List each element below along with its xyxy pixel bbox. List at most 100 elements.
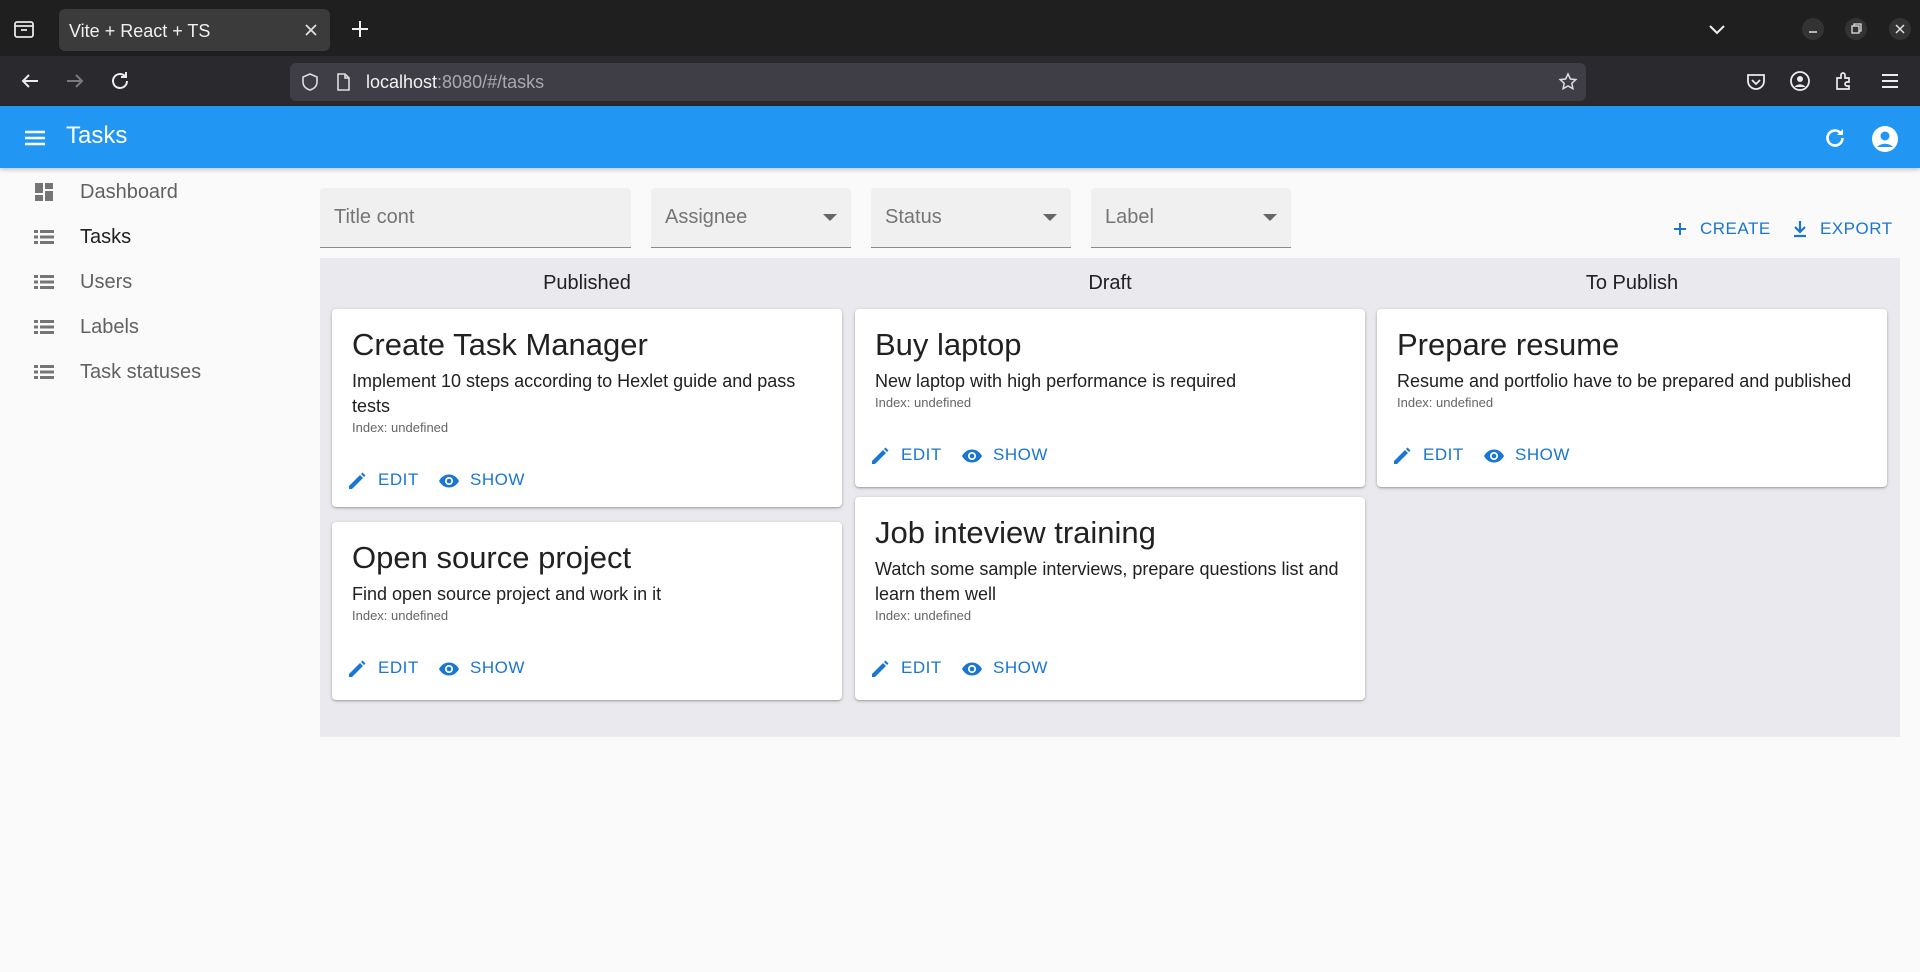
pencil-icon xyxy=(346,658,368,680)
restore-icon[interactable] xyxy=(1845,18,1867,40)
column-title-to-publish: To Publish xyxy=(1585,272,1679,294)
task-card-title: Buy laptop xyxy=(875,327,1022,362)
dropdown-arrow-icon xyxy=(823,214,837,221)
edit-button-label: EDIT xyxy=(901,445,942,464)
eye-icon xyxy=(961,658,983,680)
browser-tab-bar: Vite + React + TS xyxy=(0,0,1920,56)
show-button[interactable]: SHOW xyxy=(438,465,528,493)
sidebar: Dashboard Tasks Users Labels Task status… xyxy=(10,170,310,972)
edit-button-label: EDIT xyxy=(901,658,942,677)
task-card[interactable]: Prepare resume Resume and portfolio have… xyxy=(1377,309,1887,487)
app-bar: Tasks xyxy=(0,106,1920,168)
dropdown-arrow-icon xyxy=(1043,214,1057,221)
shield-icon[interactable] xyxy=(300,72,320,92)
export-button[interactable]: EXPORT xyxy=(1790,215,1902,243)
task-card[interactable]: Create Task Manager Implement 10 steps a… xyxy=(332,309,842,507)
chevron-down-icon[interactable] xyxy=(1706,18,1728,40)
task-card-description: Resume and portfolio have to be prepared… xyxy=(1397,371,1852,391)
sidebar-item-task-statuses[interactable]: Task statuses xyxy=(10,350,300,394)
sidebar-item-label: Tasks xyxy=(80,226,132,248)
edit-button[interactable]: EDIT xyxy=(869,653,949,681)
list-icon xyxy=(32,360,56,384)
sidebar-item-tasks[interactable]: Tasks xyxy=(10,215,300,259)
sidebar-item-dashboard[interactable]: Dashboard xyxy=(10,170,300,214)
window-close-icon[interactable] xyxy=(1889,18,1911,40)
close-icon[interactable] xyxy=(302,21,320,39)
task-card-index: Index: undefined xyxy=(352,608,449,623)
edit-button[interactable]: EDIT xyxy=(346,465,426,493)
list-icon xyxy=(32,315,56,339)
filter-placeholder: Title cont xyxy=(334,206,415,228)
task-card-description: Watch some sample interviews, prepare qu… xyxy=(875,559,1339,604)
account-icon[interactable] xyxy=(1788,69,1812,93)
edit-button[interactable]: EDIT xyxy=(346,653,426,681)
task-card-description: New laptop with high performance is requ… xyxy=(875,371,1237,391)
reload-icon[interactable] xyxy=(108,69,132,93)
show-button[interactable]: SHOW xyxy=(1483,440,1573,468)
task-card-title: Open source project xyxy=(352,540,632,575)
title-filter-input[interactable]: Title cont xyxy=(320,188,631,248)
sidebar-item-labels[interactable]: Labels xyxy=(10,305,300,349)
sidebar-item-label: Labels xyxy=(80,316,139,338)
url-bar[interactable]: localhost:8080/#/tasks xyxy=(290,63,1586,101)
eye-icon xyxy=(961,445,983,467)
url-host: localhost xyxy=(366,72,438,92)
forward-arrow-icon[interactable] xyxy=(63,69,87,93)
eye-icon xyxy=(438,470,460,492)
sidebar-item-label: Users xyxy=(80,271,133,293)
task-card-index: Index: undefined xyxy=(875,395,972,410)
task-card[interactable]: Buy laptop New laptop with high performa… xyxy=(855,309,1365,487)
task-card[interactable]: Job inteview training Watch some sample … xyxy=(855,497,1365,700)
filter-placeholder: Assignee xyxy=(665,206,748,228)
show-button-label: SHOW xyxy=(470,470,525,489)
assignee-filter-select[interactable]: Assignee xyxy=(651,188,851,248)
pencil-icon xyxy=(346,470,368,492)
column-title-published: Published xyxy=(543,272,631,294)
task-card-index: Index: undefined xyxy=(1397,395,1494,410)
filter-placeholder: Label xyxy=(1105,206,1154,228)
task-card-index: Index: undefined xyxy=(875,608,972,623)
edit-button[interactable]: EDIT xyxy=(1391,440,1471,468)
download-icon xyxy=(1790,219,1810,239)
show-button[interactable]: SHOW xyxy=(438,653,528,681)
page-title: Tasks xyxy=(66,122,128,149)
back-arrow-icon[interactable] xyxy=(18,69,42,93)
page-icon[interactable] xyxy=(333,72,353,92)
pencil-icon xyxy=(1391,445,1413,467)
list-icon xyxy=(32,270,56,294)
edit-button[interactable]: EDIT xyxy=(869,440,949,468)
browser-tab-title: Vite + React + TS xyxy=(69,21,211,41)
sidebar-item-label: Dashboard xyxy=(80,181,178,203)
dropdown-arrow-icon xyxy=(1263,214,1277,221)
refresh-icon[interactable] xyxy=(1822,125,1848,151)
url-text[interactable]: localhost:8080/#/tasks xyxy=(366,72,544,93)
browser-tab[interactable]: Vite + React + TS xyxy=(59,9,330,51)
hamburger-menu-icon[interactable] xyxy=(1878,69,1902,93)
task-card-title: Job inteview training xyxy=(875,515,1156,550)
tab-list-icon[interactable] xyxy=(12,17,36,41)
dashboard-icon xyxy=(32,180,56,204)
task-card-description: Find open source project and work in it xyxy=(352,584,662,604)
minimize-icon[interactable] xyxy=(1802,18,1824,40)
new-tab-icon[interactable] xyxy=(349,18,371,40)
url-path: :8080/#/tasks xyxy=(437,72,545,92)
pencil-icon xyxy=(869,658,891,680)
task-card[interactable]: Open source project Find open source pro… xyxy=(332,522,842,700)
kanban-board: Published Draft To Publish Create Task M… xyxy=(320,258,1900,737)
edit-button-label: EDIT xyxy=(378,470,419,489)
status-filter-select[interactable]: Status xyxy=(871,188,1071,248)
label-filter-select[interactable]: Label xyxy=(1091,188,1291,248)
star-icon[interactable] xyxy=(1558,72,1578,92)
show-button[interactable]: SHOW xyxy=(961,653,1051,681)
task-card-title: Create Task Manager xyxy=(352,327,648,362)
create-button[interactable]: CREATE xyxy=(1670,215,1770,243)
pocket-icon[interactable] xyxy=(1744,69,1768,93)
plus-icon xyxy=(1670,219,1690,239)
show-button[interactable]: SHOW xyxy=(961,440,1051,468)
user-avatar-icon[interactable] xyxy=(1871,125,1899,153)
extensions-icon[interactable] xyxy=(1832,69,1856,93)
sidebar-item-users[interactable]: Users xyxy=(10,260,300,304)
eye-icon xyxy=(438,658,460,680)
menu-icon[interactable] xyxy=(22,125,48,151)
task-card-index: Index: undefined xyxy=(352,420,449,435)
